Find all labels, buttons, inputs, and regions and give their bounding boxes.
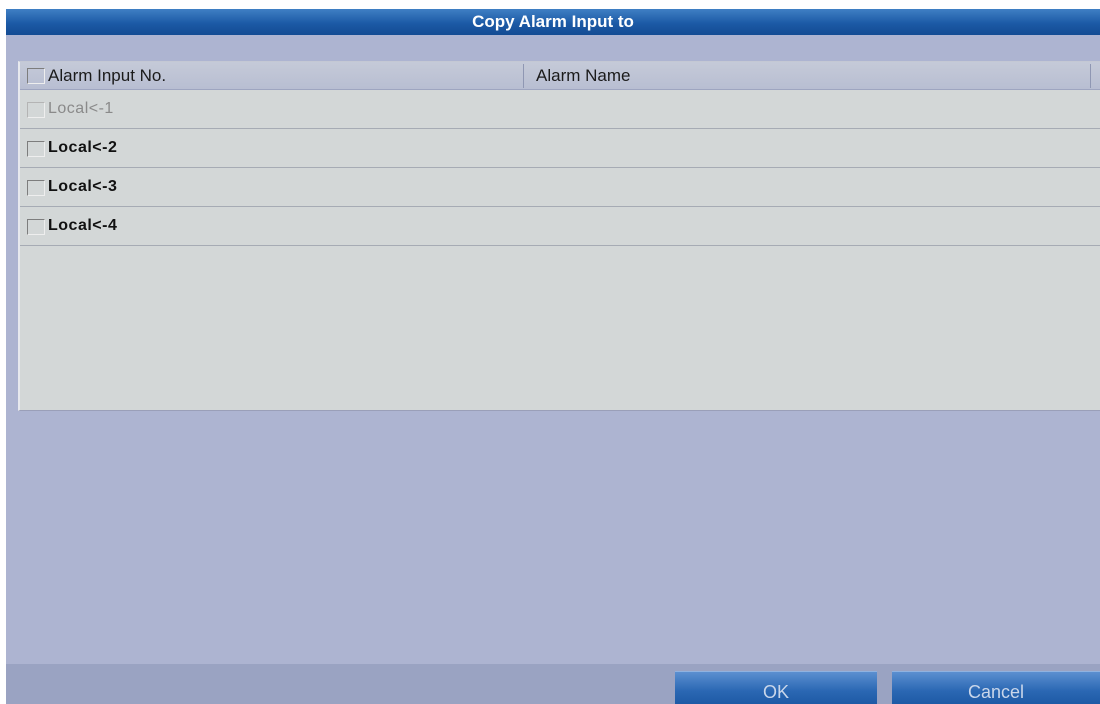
ok-button[interactable]: OK xyxy=(675,671,877,704)
row-checkbox[interactable] xyxy=(27,180,45,196)
alarm-input-no-cell: Local<-2 xyxy=(48,139,118,156)
alarm-input-no-cell: Local<-3 xyxy=(48,178,118,195)
table-header: Alarm Input No. Alarm Name xyxy=(20,62,1100,90)
table-row: Local<-3 xyxy=(20,168,1100,207)
copy-alarm-input-dialog: Copy Alarm Input to Alarm Input No. Alar… xyxy=(6,9,1100,704)
alarm-input-no-cell: Local<-4 xyxy=(48,217,118,234)
column-divider xyxy=(1090,64,1091,88)
row-checkbox[interactable] xyxy=(27,219,45,235)
row-checkbox xyxy=(27,102,45,118)
dialog-title: Copy Alarm Input to xyxy=(6,9,1100,35)
alarm-input-table: Alarm Input No. Alarm Name Local<-1 Loca… xyxy=(18,61,1100,411)
select-all-checkbox[interactable] xyxy=(27,68,45,84)
row-checkbox[interactable] xyxy=(27,141,45,157)
column-divider xyxy=(523,64,524,88)
column-header-alarm-input-no: Alarm Input No. xyxy=(48,66,167,85)
table-row: Local<-1 xyxy=(20,90,1100,129)
table-row: Local<-4 xyxy=(20,207,1100,246)
alarm-input-no-cell: Local<-1 xyxy=(48,100,114,117)
cancel-button[interactable]: Cancel xyxy=(892,671,1100,704)
column-header-alarm-name: Alarm Name xyxy=(536,66,631,85)
table-row: Local<-2 xyxy=(20,129,1100,168)
